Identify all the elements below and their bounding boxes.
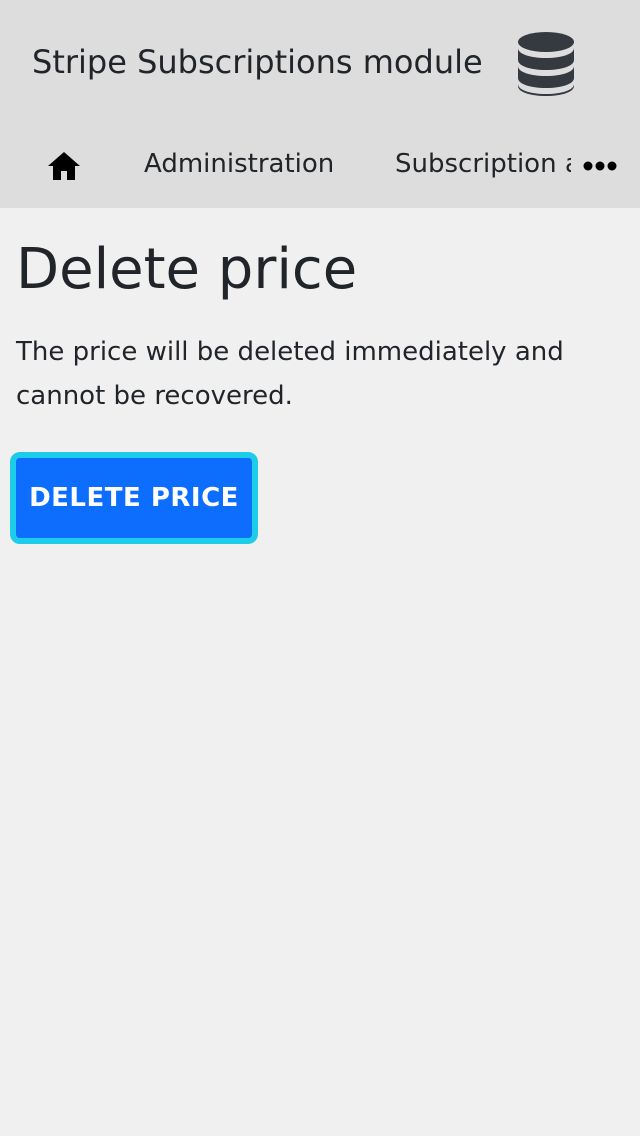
page-title: Delete price — [16, 237, 358, 302]
more-horizontal-icon[interactable] — [578, 148, 622, 184]
app-header: Stripe Subscriptions module Administrati… — [0, 0, 640, 208]
delete-warning-text: The price will be deleted immediately an… — [16, 337, 564, 411]
home-icon[interactable] — [44, 146, 84, 186]
main-content: Delete price The price will be deleted i… — [16, 230, 616, 418]
app-title: Stripe Subscriptions module — [32, 43, 483, 81]
nav-item-subscription[interactable]: Subscription a — [395, 146, 571, 182]
main-nav: Administration Subscription a — [0, 128, 640, 200]
nav-item-administration[interactable]: Administration — [144, 146, 334, 182]
delete-price-button-label: DELETE PRICE — [16, 458, 252, 538]
delete-price-button[interactable]: DELETE PRICE — [10, 452, 258, 544]
database-icon[interactable] — [514, 30, 578, 98]
